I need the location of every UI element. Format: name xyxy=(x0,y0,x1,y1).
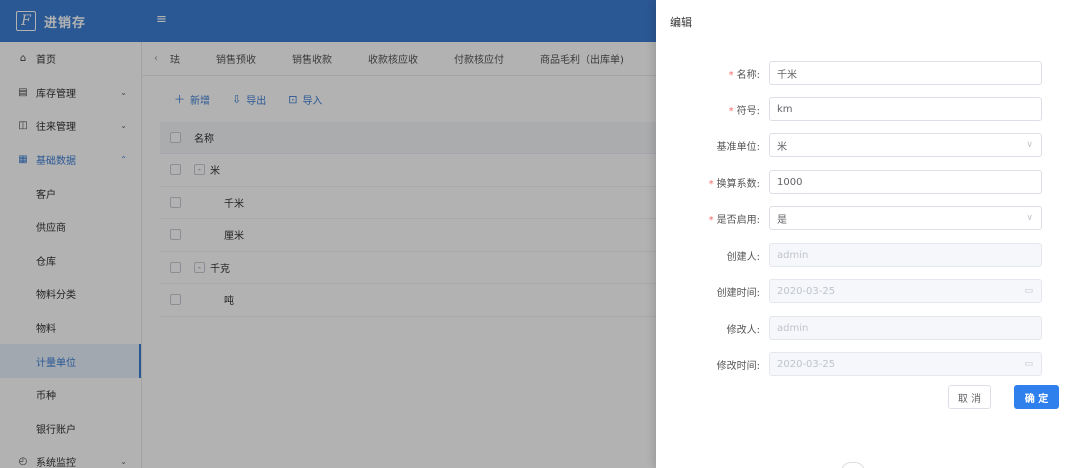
base-unit-select[interactable]: 米 ∨ xyxy=(769,133,1042,157)
factor-input[interactable]: 1000 xyxy=(769,170,1042,194)
calendar-icon: ▭ xyxy=(1024,359,1033,369)
field-label: * 符号: xyxy=(656,102,766,117)
confirm-button[interactable]: 确 定 xyxy=(1014,385,1059,409)
required-mark: * xyxy=(728,105,734,117)
loading-indicator xyxy=(841,462,865,468)
required-mark: * xyxy=(728,69,734,81)
modal-overlay[interactable] xyxy=(0,0,656,468)
cancel-button[interactable]: 取 消 xyxy=(948,385,991,409)
required-mark: * xyxy=(708,214,714,226)
label-text: 是否启用: xyxy=(716,214,760,226)
creator-input: admin xyxy=(769,243,1042,267)
symbol-input[interactable]: km xyxy=(769,97,1042,121)
created-at-value: 2020-03-25 xyxy=(777,285,836,297)
edit-drawer: 编辑 * 名称: 千米 * 符号: km 基准单位: 米 ∨ * 换算系数: 1000… xyxy=(656,0,1080,468)
modifier-input: admin xyxy=(769,316,1042,340)
label-text: 符号: xyxy=(736,105,760,117)
field-label: * 换算系数: xyxy=(656,175,766,190)
form-row-symbol: * 符号: km xyxy=(656,97,1080,121)
label-text: 换算系数: xyxy=(716,178,760,190)
field-label: 基准单位: xyxy=(716,141,760,153)
form-row-factor: * 换算系数: 1000 xyxy=(656,170,1080,194)
form-row-created-at: 创建时间: 2020-03-25 ▭ xyxy=(656,279,1080,303)
form-row-modified-at: 修改时间: 2020-03-25 ▭ xyxy=(656,352,1080,376)
chevron-down-icon: ∨ xyxy=(1026,140,1033,150)
field-label: 创建人: xyxy=(726,251,760,263)
modified-at-value: 2020-03-25 xyxy=(777,358,836,370)
enabled-select[interactable]: 是 ∨ xyxy=(769,206,1042,230)
name-input[interactable]: 千米 xyxy=(769,61,1042,85)
required-mark: * xyxy=(708,178,714,190)
drawer-title: 编辑 xyxy=(670,16,692,29)
modified-at-input: 2020-03-25 ▭ xyxy=(769,352,1042,376)
field-label: 修改时间: xyxy=(716,360,760,372)
form-row-modifier: 修改人: admin xyxy=(656,316,1080,340)
created-at-input: 2020-03-25 ▭ xyxy=(769,279,1042,303)
label-text: 名称: xyxy=(736,69,760,81)
form-row-base-unit: 基准单位: 米 ∨ xyxy=(656,133,1080,157)
form-row-creator: 创建人: admin xyxy=(656,243,1080,267)
enabled-value: 是 xyxy=(777,214,787,226)
field-label: 修改人: xyxy=(726,324,760,336)
form-row-name: * 名称: 千米 xyxy=(656,61,1080,85)
form-row-enabled: * 是否启用: 是 ∨ xyxy=(656,206,1080,230)
base-unit-value: 米 xyxy=(777,141,787,153)
field-label: * 名称: xyxy=(656,66,766,81)
field-label: 创建时间: xyxy=(716,287,760,299)
calendar-icon: ▭ xyxy=(1024,286,1033,296)
field-label: * 是否启用: xyxy=(656,211,766,226)
chevron-down-icon: ∨ xyxy=(1026,213,1033,223)
